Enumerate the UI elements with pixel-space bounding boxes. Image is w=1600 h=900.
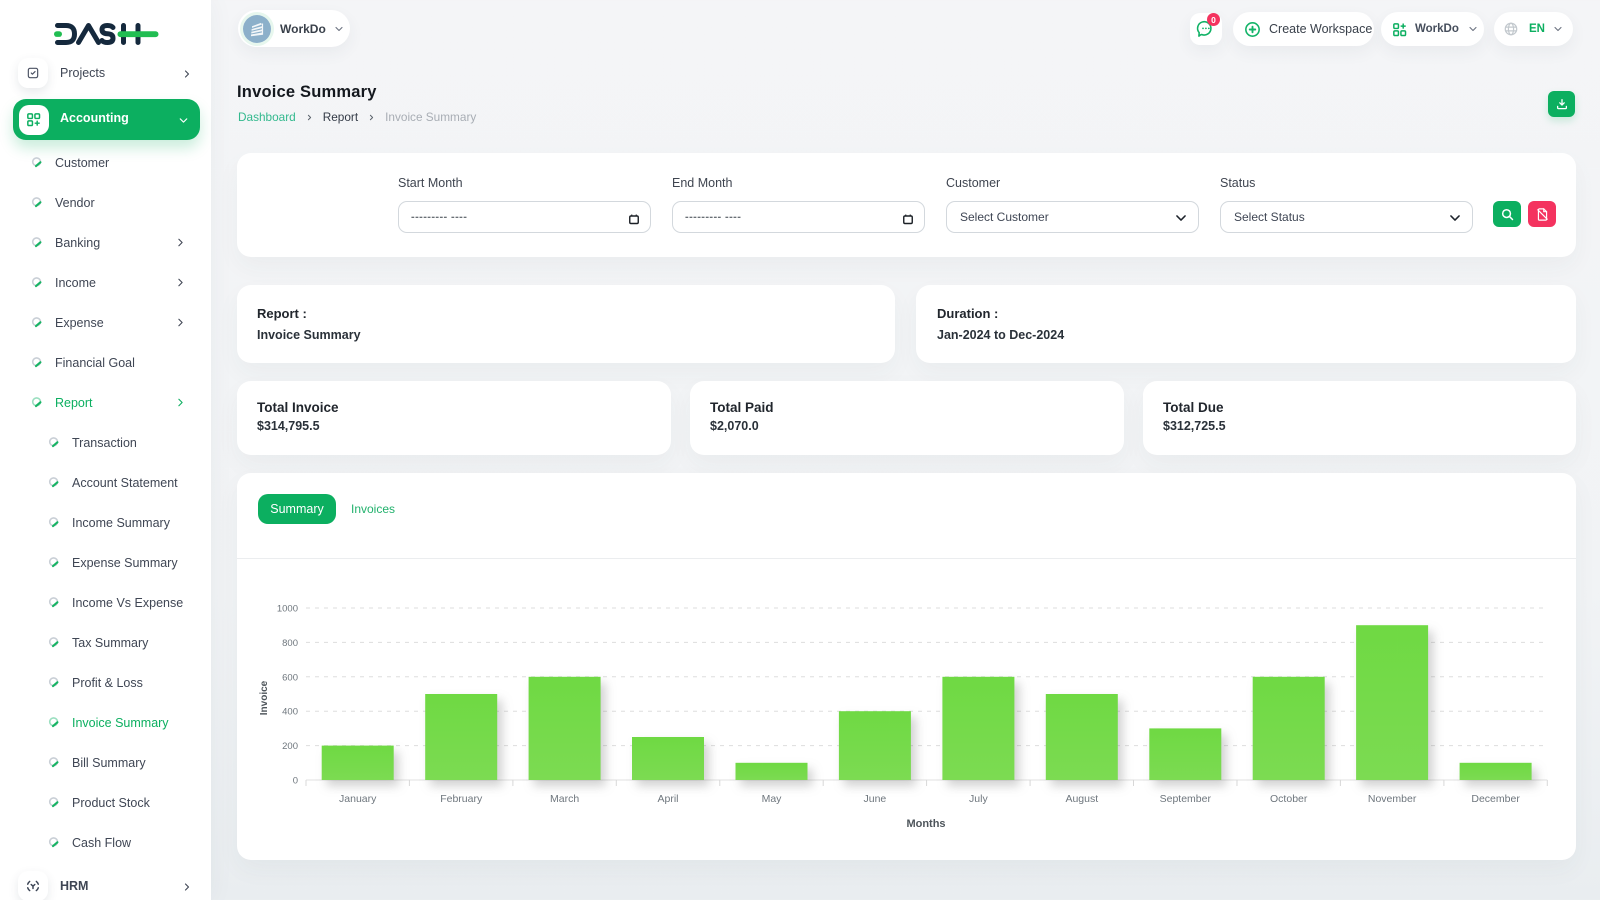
svg-text:November: November — [1368, 793, 1417, 805]
svg-text:Months: Months — [906, 818, 945, 830]
svg-text:400: 400 — [282, 707, 298, 718]
svg-text:October: October — [1270, 793, 1308, 805]
svg-text:May: May — [762, 793, 783, 805]
svg-text:200: 200 — [282, 741, 298, 752]
svg-text:August: August — [1065, 793, 1098, 805]
svg-text:December: December — [1471, 793, 1520, 805]
svg-text:February: February — [440, 793, 483, 805]
svg-text:September: September — [1160, 793, 1212, 805]
svg-text:0: 0 — [293, 776, 298, 787]
svg-text:600: 600 — [282, 672, 298, 683]
svg-text:January: January — [339, 793, 377, 805]
svg-text:July: July — [969, 793, 988, 805]
svg-text:1000: 1000 — [277, 604, 298, 615]
svg-text:800: 800 — [282, 638, 298, 649]
svg-text:March: March — [550, 793, 579, 805]
svg-text:Invoice: Invoice — [259, 680, 270, 715]
svg-text:June: June — [864, 793, 887, 805]
svg-text:April: April — [657, 793, 678, 805]
